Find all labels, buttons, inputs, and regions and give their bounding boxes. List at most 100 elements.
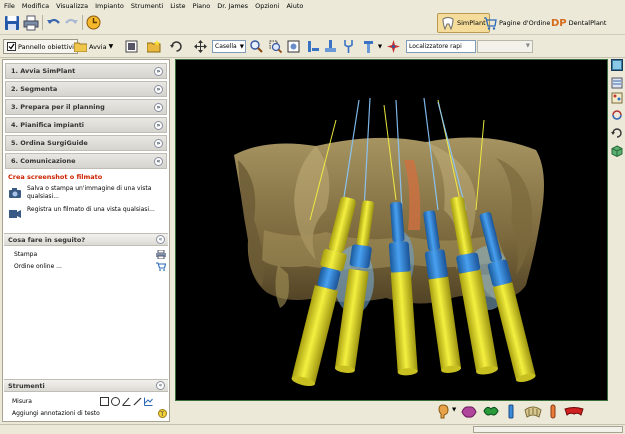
print-link[interactable]: Stampa xyxy=(14,250,166,259)
new-folder-icon[interactable] xyxy=(146,39,161,54)
chevron-down-icon[interactable]: » xyxy=(154,139,163,148)
svg-text:T: T xyxy=(159,411,164,418)
next-steps-header[interactable]: Cosa fare in seguito? « xyxy=(4,233,168,246)
menu-file[interactable]: File xyxy=(4,2,15,10)
clock-icon[interactable] xyxy=(85,14,102,31)
step-5-header[interactable]: 5. Ordina SurgiGuide » xyxy=(5,135,167,151)
screw-icon[interactable] xyxy=(361,39,376,54)
profile-measure-icon[interactable] xyxy=(144,397,153,406)
reset-icon[interactable] xyxy=(611,127,623,139)
tools-title: Strumenti xyxy=(8,381,45,390)
save-icon[interactable] xyxy=(3,14,20,31)
chevron-down-icon[interactable]: » xyxy=(154,121,163,130)
cart-icon xyxy=(484,16,497,30)
main-toolbar: SimPlant Pagine d'Ordine DP DentalPlant xyxy=(0,11,625,35)
jaw-model-icon[interactable] xyxy=(461,404,477,419)
redo-icon[interactable] xyxy=(63,15,79,30)
tools-header[interactable]: Strumenti « xyxy=(4,379,168,392)
chevron-up-icon[interactable]: « xyxy=(156,381,165,390)
panel-toggle-label: Pannello obiettivi xyxy=(18,42,74,51)
menu-impianto[interactable]: Impianto xyxy=(95,2,124,10)
3d-viewport[interactable] xyxy=(175,59,608,401)
color-palette-icon[interactable] xyxy=(611,92,623,104)
checkbox-icon xyxy=(7,42,16,51)
angle-measure-icon[interactable] xyxy=(122,397,131,406)
jaw-model-render xyxy=(234,97,544,387)
layers-icon[interactable] xyxy=(611,77,623,89)
step-4-header[interactable]: 4. Pianifica impianti » xyxy=(5,117,167,133)
dentalplant-module-label: DentalPlant xyxy=(568,19,607,27)
view-select[interactable]: Casella ▼ xyxy=(212,40,246,53)
undo-icon[interactable] xyxy=(46,15,62,30)
folder-icon xyxy=(74,42,87,52)
chevron-up-icon[interactable]: « xyxy=(154,157,163,166)
print-icon[interactable] xyxy=(22,14,39,31)
secondary-select[interactable]: ▼ xyxy=(477,40,533,53)
record-movie-action[interactable]: Registra un filmato di una vista qualsia… xyxy=(8,206,166,226)
implant-blue-icon[interactable] xyxy=(506,404,516,419)
menu-dr-james[interactable]: Dr. James xyxy=(217,2,248,10)
zoom-icon[interactable] xyxy=(249,39,264,54)
status-progress xyxy=(473,426,623,433)
text-annotation-icon: T xyxy=(158,408,167,418)
order-module-button[interactable]: Pagine d'Ordine xyxy=(483,13,550,33)
cube-icon[interactable] xyxy=(611,145,623,157)
surgiguide-icon[interactable] xyxy=(524,404,542,419)
printer-icon xyxy=(156,250,166,259)
step-1-header[interactable]: 1. Avvia SimPlant » xyxy=(5,63,167,79)
annotation-tool-row[interactable]: Aggiungi annotazioni di testo T xyxy=(12,408,167,418)
zoom-region-icon[interactable] xyxy=(268,39,283,54)
chevron-down-icon[interactable]: » xyxy=(154,67,163,76)
fit-view-icon[interactable] xyxy=(286,39,301,54)
panel-toggle-button[interactable]: Pannello obiettivi xyxy=(3,39,78,54)
save-image-label: Salva o stampa un'immagine di una vista … xyxy=(27,185,152,200)
step-label: 2. Segmenta xyxy=(11,85,58,93)
chevron-down-icon[interactable]: ▼ xyxy=(452,407,456,413)
pan-icon[interactable] xyxy=(193,39,208,54)
step-6-header[interactable]: 6. Comunicazione « xyxy=(5,153,167,169)
menu-opzioni[interactable]: Opzioni xyxy=(255,2,279,10)
chevron-down-icon[interactable]: » xyxy=(154,103,163,112)
view-toolbar xyxy=(609,59,625,169)
chevron-up-icon[interactable]: « xyxy=(156,235,165,244)
compass-icon[interactable] xyxy=(386,39,401,54)
step-2-header[interactable]: 2. Segmenta » xyxy=(5,81,167,97)
implant-align-icon[interactable] xyxy=(306,39,321,54)
nerve-icon[interactable] xyxy=(483,404,499,419)
view-select-value: Casella xyxy=(215,43,237,50)
circle-measure-icon[interactable] xyxy=(111,396,120,406)
chevron-down-icon: ▼ xyxy=(525,43,530,49)
online-order-link[interactable]: Ordine online ... xyxy=(14,262,166,271)
menu-piano[interactable]: Piano xyxy=(193,2,211,10)
secondary-toolbar: Pannello obiettivi Avvia ▼ Casella ▼ ▼ L… xyxy=(0,35,625,58)
implant-tool-icon[interactable] xyxy=(323,39,338,54)
sync-icon[interactable] xyxy=(611,109,623,121)
save-image-action[interactable]: Salva o stampa un'immagine di una vista … xyxy=(8,185,166,205)
menu-modifica[interactable]: Modifica xyxy=(22,2,49,10)
ear-icon[interactable] xyxy=(438,404,449,419)
online-order-label: Ordine online ... xyxy=(14,263,62,270)
line-measure-icon[interactable] xyxy=(133,397,142,406)
dentalplant-module-button[interactable]: DP DentalPlant xyxy=(551,13,606,33)
menu-liste[interactable]: Liste xyxy=(170,2,185,10)
screen-icon[interactable] xyxy=(124,39,139,54)
localizer-select[interactable]: Localizzatore rapi xyxy=(406,40,476,53)
step-3-header[interactable]: 3. Prepara per il planning » xyxy=(5,99,167,115)
start-button[interactable]: Avvia ▼ xyxy=(74,39,113,54)
menu-visualizza[interactable]: Visualizza xyxy=(56,2,88,10)
view-3d-icon[interactable] xyxy=(611,59,623,71)
simplant-module-button[interactable]: SimPlant xyxy=(437,13,490,33)
rotate-icon[interactable] xyxy=(169,39,184,54)
rectangle-measure-icon[interactable] xyxy=(100,396,109,406)
teeth-icon[interactable] xyxy=(564,404,584,419)
chevron-down-icon[interactable]: ▼ xyxy=(376,39,384,54)
menu-aiuto[interactable]: Aiuto xyxy=(286,2,303,10)
step-label: 4. Pianifica impianti xyxy=(11,121,85,129)
step-label: 6. Comunicazione xyxy=(11,157,76,165)
chevron-down-icon[interactable]: » xyxy=(154,85,163,94)
menu-strumenti[interactable]: Strumenti xyxy=(131,2,163,10)
camera-icon xyxy=(9,188,21,198)
start-label: Avvia xyxy=(89,42,107,51)
fork-icon[interactable] xyxy=(341,39,356,54)
bone-graft-icon[interactable] xyxy=(549,404,557,419)
